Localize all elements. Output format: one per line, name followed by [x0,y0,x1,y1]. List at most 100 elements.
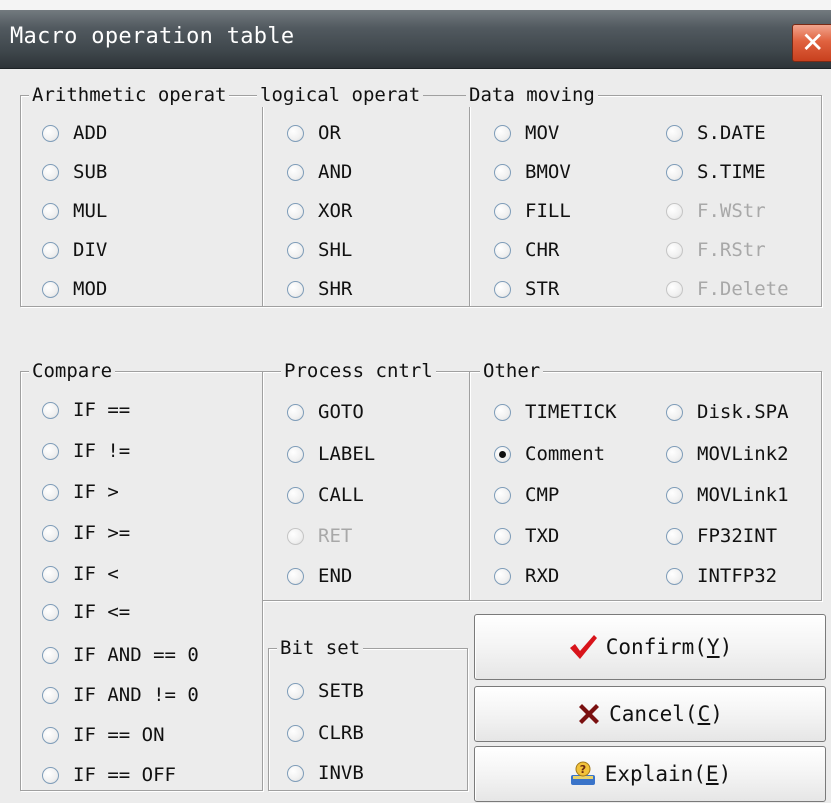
radio-sub[interactable]: SUB [42,157,107,187]
radio-indicator[interactable] [42,603,59,621]
title-bar[interactable]: Macro operation table ✕ [0,10,831,69]
radio-indicator[interactable] [42,565,59,583]
radio-intfp32[interactable]: INTFP32 [666,561,777,591]
radio-indicator[interactable] [494,527,511,545]
radio-and[interactable]: AND [287,157,352,187]
radio-indicator[interactable] [666,445,683,463]
radio-indicator[interactable] [494,403,511,421]
radio-indicator[interactable] [494,567,511,585]
radio-indicator[interactable] [42,726,59,744]
radio-clrb[interactable]: CLRB [287,718,364,748]
radio-indicator[interactable] [42,124,59,142]
radio-indicator[interactable] [666,486,683,504]
radio-indicator[interactable] [494,280,511,298]
radio-indicator[interactable] [494,202,511,220]
radio-setb[interactable]: SETB [287,676,364,706]
radio-indicator[interactable] [287,241,304,259]
radio-indicator[interactable] [42,442,59,460]
radio-indicator[interactable] [666,403,683,421]
radio-fp32int[interactable]: FP32INT [666,521,777,551]
radio-if-and-ne-0[interactable]: IF AND != 0 [42,680,199,710]
radio-indicator[interactable] [494,124,511,142]
radio-fill[interactable]: FILL [494,196,571,226]
radio-indicator[interactable] [666,567,683,585]
radio-if-le[interactable]: IF <= [42,597,130,627]
radio-label-op[interactable]: LABEL [287,439,375,469]
radio-if-ne[interactable]: IF != [42,436,130,466]
radio-invb[interactable]: INVB [287,758,364,788]
radio-indicator[interactable] [42,766,59,784]
radio-txd[interactable]: TXD [494,521,559,551]
radio-if-lt[interactable]: IF < [42,559,119,589]
radio-label: SHL [318,239,353,261]
radio-if-ge[interactable]: IF >= [42,518,130,548]
radio-indicator[interactable] [287,280,304,298]
radio-indicator[interactable] [494,241,511,259]
radio-indicator[interactable] [42,241,59,259]
radio-indicator[interactable] [287,124,304,142]
radio-s-time[interactable]: S.TIME [666,157,766,187]
radio-movlink2[interactable]: MOVLink2 [666,439,789,469]
radio-add[interactable]: ADD [42,118,107,148]
radio-bmov[interactable]: BMOV [494,157,571,187]
radio-shl[interactable]: SHL [287,235,352,265]
radio-label: LABEL [318,443,376,465]
radio-cmp[interactable]: CMP [494,480,559,510]
radio-label: Comment [525,443,606,465]
radio-label: IF == OFF [73,764,176,786]
radio-indicator-selected[interactable] [494,445,511,463]
cancel-button[interactable]: Cancel(C) [474,686,826,742]
radio-s-date[interactable]: S.DATE [666,118,766,148]
radio-indicator[interactable] [42,524,59,542]
radio-indicator[interactable] [42,483,59,501]
radio-comment[interactable]: Comment [494,439,605,469]
radio-if-and-eq-0[interactable]: IF AND == 0 [42,640,199,670]
radio-goto[interactable]: GOTO [287,397,364,427]
explain-button[interactable]: ? Explain(E) [474,746,826,802]
radio-indicator[interactable] [42,280,59,298]
radio-indicator[interactable] [287,445,304,463]
close-button[interactable]: ✕ [792,24,831,62]
radio-if-eq[interactable]: IF == [42,395,130,425]
radio-mov[interactable]: MOV [494,118,559,148]
radio-call[interactable]: CALL [287,480,364,510]
radio-mod[interactable]: MOD [42,274,107,304]
radio-indicator[interactable] [666,163,683,181]
radio-movlink1[interactable]: MOVLink1 [666,480,789,510]
radio-indicator[interactable] [287,486,304,504]
radio-indicator[interactable] [287,764,304,782]
radio-indicator[interactable] [666,124,683,142]
radio-indicator[interactable] [287,202,304,220]
radio-indicator[interactable] [287,403,304,421]
radio-indicator[interactable] [42,401,59,419]
radio-label: MOVLink2 [697,443,789,465]
radio-indicator[interactable] [42,202,59,220]
radio-indicator[interactable] [42,163,59,181]
radio-indicator[interactable] [287,724,304,742]
radio-indicator[interactable] [666,527,683,545]
radio-indicator[interactable] [287,682,304,700]
radio-indicator[interactable] [42,686,59,704]
radio-indicator[interactable] [287,163,304,181]
radio-disk-spa[interactable]: Disk.SPA [666,397,789,427]
radio-rxd[interactable]: RXD [494,561,559,591]
radio-indicator[interactable] [494,486,511,504]
radio-end[interactable]: END [287,561,352,591]
radio-shr[interactable]: SHR [287,274,352,304]
radio-indicator[interactable] [42,646,59,664]
radio-xor[interactable]: XOR [287,196,352,226]
radio-indicator[interactable] [287,567,304,585]
radio-if-eq-on[interactable]: IF == ON [42,720,165,750]
radio-if-gt[interactable]: IF > [42,477,119,507]
radio-if-eq-off[interactable]: IF == OFF [42,760,176,790]
confirm-button[interactable]: Confirm(Y) [474,614,826,680]
radio-label: ADD [73,122,108,144]
radio-or[interactable]: OR [287,118,341,148]
radio-timetick[interactable]: TIMETICK [494,397,617,427]
radio-indicator[interactable] [494,163,511,181]
radio-str[interactable]: STR [494,274,559,304]
radio-chr[interactable]: CHR [494,235,559,265]
radio-mul[interactable]: MUL [42,196,107,226]
radio-label: FILL [525,200,571,222]
radio-div[interactable]: DIV [42,235,107,265]
